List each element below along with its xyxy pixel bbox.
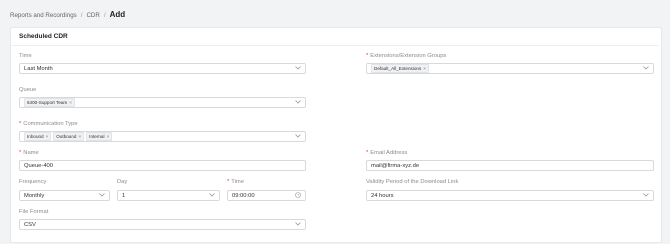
chevron-down-icon xyxy=(99,192,105,199)
breadcrumb-separator: / xyxy=(103,12,106,19)
email-label: * Email Address xyxy=(366,150,408,156)
communication-type-select[interactable]: Inbound × Outbound × Internal × xyxy=(19,131,306,142)
chevron-down-icon xyxy=(295,99,301,106)
communication-tag-inbound: Inbound × xyxy=(24,132,52,141)
frequency-label: Frequency xyxy=(19,179,47,185)
breadcrumb-separator: / xyxy=(80,12,83,19)
page-title: Add xyxy=(109,10,126,19)
day-select[interactable]: 1 xyxy=(117,190,220,201)
frequency-select[interactable]: Monthly xyxy=(19,190,110,201)
validity-select[interactable]: 24 hours xyxy=(366,190,654,201)
file-format-select[interactable]: CSV xyxy=(19,219,306,230)
day-value: 1 xyxy=(122,192,126,199)
file-format-label: File Format xyxy=(19,209,49,215)
validity-label: Validity Period of the Download Link xyxy=(366,179,459,185)
time-range-value: Last Month xyxy=(24,65,53,72)
section-title: Scheduled CDR xyxy=(19,33,68,40)
close-icon[interactable]: × xyxy=(423,66,426,71)
frequency-value: Monthly xyxy=(24,192,45,199)
validity-value: 24 hours xyxy=(371,192,394,199)
chevron-down-icon xyxy=(295,221,301,228)
extensions-select[interactable]: Default_All_Extensions × xyxy=(366,63,654,74)
day-label: Day xyxy=(117,179,128,185)
chevron-down-icon xyxy=(209,192,215,199)
chevron-down-icon xyxy=(643,65,649,72)
chevron-down-icon xyxy=(295,65,301,72)
name-value: Queue-400 xyxy=(24,162,54,169)
name-input[interactable]: Queue-400 xyxy=(19,160,306,171)
section-divider xyxy=(11,45,659,46)
breadcrumb: Reports and Recordings / CDR / Add xyxy=(10,10,125,19)
chevron-down-icon xyxy=(295,133,301,140)
send-time-label: * Time xyxy=(227,179,244,185)
clock-icon xyxy=(295,191,301,200)
close-icon[interactable]: × xyxy=(78,134,81,139)
close-icon[interactable]: × xyxy=(69,100,72,105)
send-time-picker[interactable]: 09:00:00 xyxy=(227,190,306,201)
queue-label: Queue xyxy=(19,87,37,93)
time-range-select[interactable]: Last Month xyxy=(19,63,306,74)
close-icon[interactable]: × xyxy=(46,134,49,139)
breadcrumb-reports-link[interactable]: Reports and Recordings xyxy=(10,12,77,19)
queue-select[interactable]: 6400-Support Team × xyxy=(19,97,306,108)
close-icon[interactable]: × xyxy=(107,134,110,139)
chevron-down-icon xyxy=(643,192,649,199)
communication-tag-outbound: Outbound × xyxy=(53,132,85,141)
extension-tag: Default_All_Extensions × xyxy=(371,64,429,73)
communication-type-label: * Communication Type xyxy=(19,121,78,127)
breadcrumb-cdr-link[interactable]: CDR xyxy=(86,12,99,19)
email-input[interactable]: mail@firma-xyz.de xyxy=(366,160,654,171)
name-label: * Name xyxy=(19,150,39,156)
communication-tag-internal: Internal × xyxy=(86,132,113,141)
queue-tag: 6400-Support Team × xyxy=(24,98,75,107)
email-value: mail@firma-xyz.de xyxy=(371,162,420,169)
extensions-label: * Extensions/Extension Groups xyxy=(366,53,447,59)
file-format-value: CSV xyxy=(24,221,36,228)
time-range-label: Time xyxy=(19,53,32,59)
send-time-value: 09:00:00 xyxy=(232,192,255,199)
